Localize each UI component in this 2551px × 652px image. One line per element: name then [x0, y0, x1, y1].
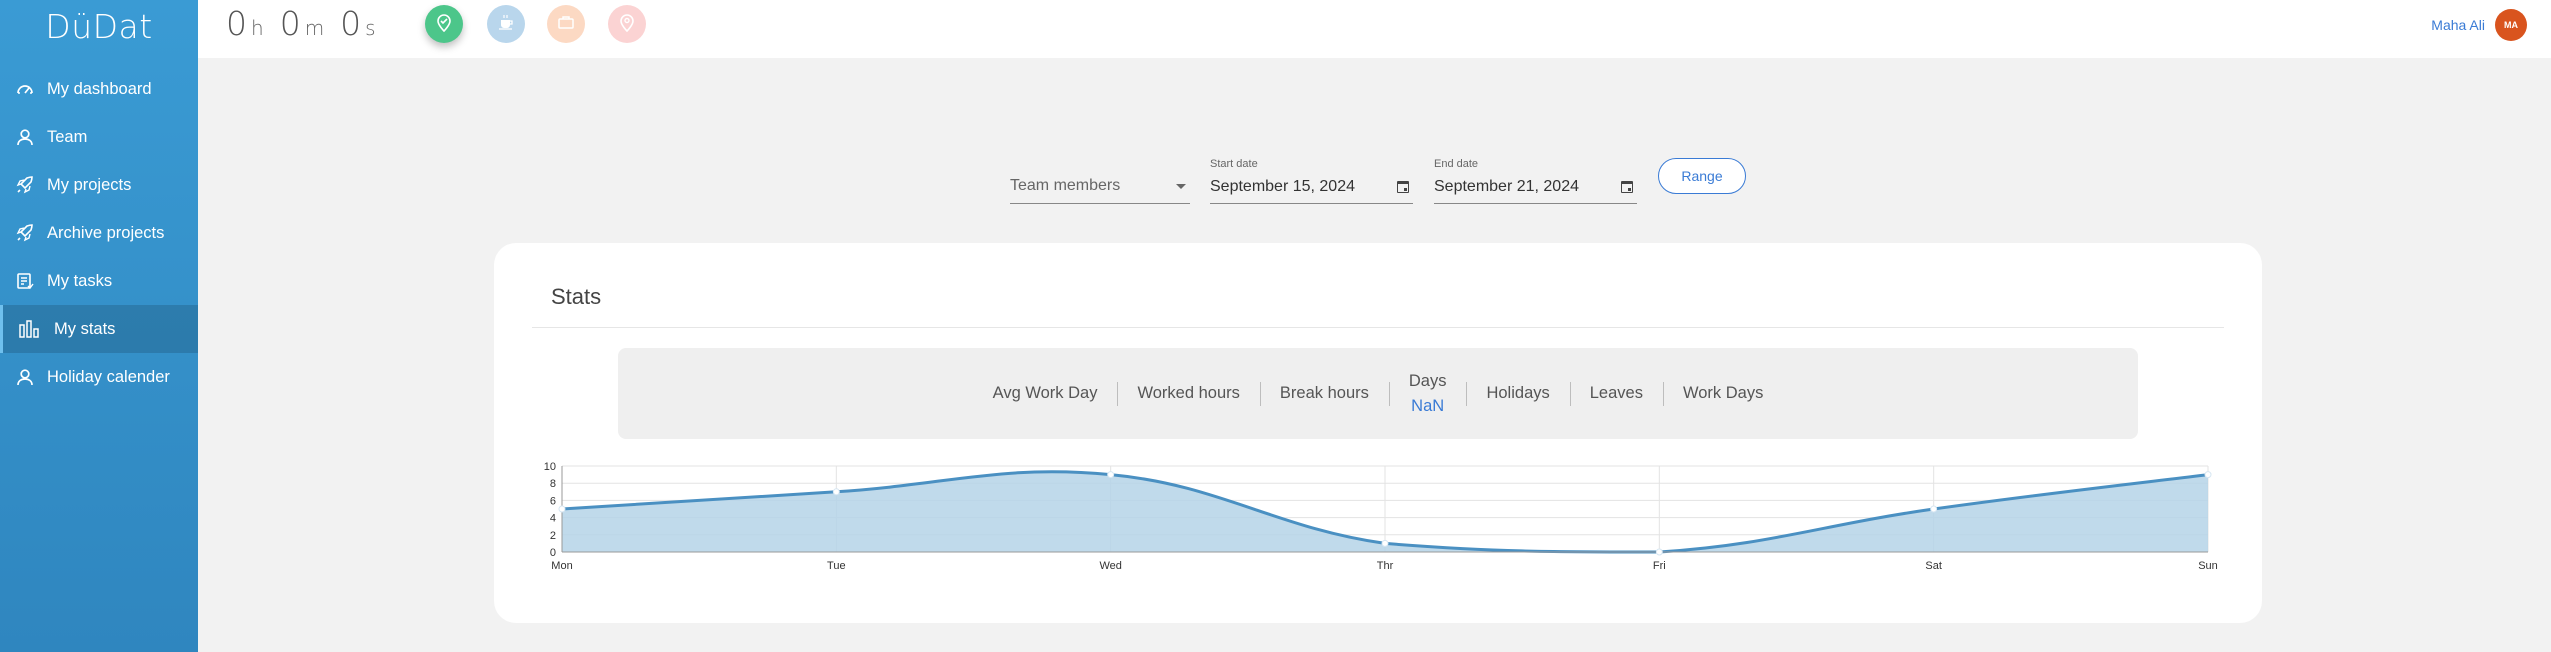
- sidebar-nav: My dashboard Team My projects Archive pr…: [0, 65, 198, 401]
- task-list-icon: [14, 270, 36, 292]
- location-pin-icon: [618, 12, 636, 37]
- sidebar-item-archive-projects[interactable]: Archive projects: [0, 209, 198, 257]
- y-tick-label: 10: [544, 461, 556, 473]
- data-point: [2204, 471, 2212, 479]
- sidebar-item-holiday-calender[interactable]: Holiday calender: [0, 353, 198, 401]
- x-tick-label: Tue: [827, 560, 846, 572]
- sidebar-item-label: My projects: [47, 175, 132, 194]
- timer-minutes: 0: [279, 4, 301, 43]
- app-logo: DüDat: [45, 6, 153, 46]
- rocket-icon: [14, 174, 36, 196]
- end-date-value: September 21, 2024: [1434, 178, 1579, 195]
- sidebar-item-label: My dashboard: [47, 79, 152, 98]
- start-date-field[interactable]: Start date September 15, 2024: [1210, 158, 1413, 204]
- start-date-label: Start date: [1210, 158, 1258, 170]
- stats-area-chart: 0 2 4 6 8 10 Mon Tue Wed Thr Fri Sat Sun: [544, 461, 2218, 572]
- rocket-icon: [14, 222, 36, 244]
- location-check-icon: [435, 12, 453, 37]
- chevron-down-icon: [1176, 184, 1186, 189]
- data-point: [832, 488, 840, 496]
- avatar[interactable]: MA: [2495, 9, 2527, 41]
- top-bar: 0 h 0 m 0 s Maha Ali MA: [198, 0, 2551, 58]
- y-tick-label: 8: [550, 478, 556, 490]
- data-point: [1107, 471, 1115, 479]
- y-tick-label: 4: [550, 513, 556, 525]
- end-date-label: End date: [1434, 158, 1479, 170]
- sidebar-item-my-tasks[interactable]: My tasks: [0, 257, 198, 305]
- sidebar-item-label: Holiday calender: [47, 367, 170, 386]
- work-button[interactable]: [547, 5, 585, 43]
- data-point: [558, 505, 566, 513]
- x-tick-label: Wed: [1099, 560, 1121, 572]
- data-point: [1655, 548, 1663, 556]
- x-tick-label: Sat: [1925, 560, 1942, 572]
- sidebar-item-label: Team: [47, 127, 88, 146]
- user-menu[interactable]: Maha Ali MA: [2431, 9, 2527, 41]
- sidebar-item-label: My stats: [54, 319, 116, 338]
- sidebar: DüDat My dashboard Team My projects Arch…: [0, 0, 198, 652]
- timer-seconds: 0: [340, 4, 362, 43]
- person-icon: [14, 366, 36, 388]
- check-in-button[interactable]: [425, 5, 463, 43]
- y-tick-label: 2: [550, 530, 556, 542]
- sidebar-item-my-projects[interactable]: My projects: [0, 161, 198, 209]
- sidebar-item-my-stats[interactable]: My stats: [0, 305, 198, 353]
- briefcase-icon: [557, 14, 575, 35]
- user-name[interactable]: Maha Ali: [2431, 17, 2485, 33]
- y-tick-label: 6: [550, 495, 556, 507]
- timer-seconds-unit: s: [365, 16, 376, 40]
- work-timer: 0 h 0 m 0 s: [226, 4, 392, 43]
- sidebar-item-team[interactable]: Team: [0, 113, 198, 161]
- check-out-button[interactable]: [608, 5, 646, 43]
- y-tick-label: 0: [550, 547, 556, 559]
- bar-chart-icon: [18, 318, 40, 340]
- stats-card: Stats Avg Work Day Worked hours Break ho…: [494, 243, 2262, 623]
- sidebar-item-my-dashboard[interactable]: My dashboard: [0, 65, 198, 113]
- team-members-select[interactable]: Team members: [1010, 170, 1190, 204]
- x-tick-label: Mon: [551, 560, 572, 572]
- speedometer-icon: [14, 78, 36, 100]
- data-point: [1930, 505, 1938, 513]
- start-date-value: September 15, 2024: [1210, 178, 1355, 195]
- calendar-icon[interactable]: [1397, 181, 1409, 193]
- sidebar-item-label: My tasks: [47, 271, 113, 290]
- end-date-field[interactable]: End date September 21, 2024: [1434, 158, 1637, 204]
- person-icon: [14, 126, 36, 148]
- range-button[interactable]: Range: [1658, 158, 1746, 194]
- x-tick-label: Fri: [1653, 560, 1666, 572]
- timer-hours-unit: h: [251, 16, 264, 40]
- team-members-placeholder: Team members: [1010, 177, 1121, 194]
- timer-hours: 0: [226, 4, 247, 43]
- data-point: [1381, 539, 1389, 547]
- x-tick-label: Sun: [2198, 560, 2218, 572]
- break-button[interactable]: [487, 5, 525, 43]
- timer-minutes-unit: m: [304, 16, 325, 40]
- coffee-cup-icon: [497, 13, 515, 36]
- calendar-icon[interactable]: [1621, 181, 1633, 193]
- sidebar-item-label: Archive projects: [47, 223, 165, 242]
- x-tick-label: Thr: [1377, 560, 1394, 572]
